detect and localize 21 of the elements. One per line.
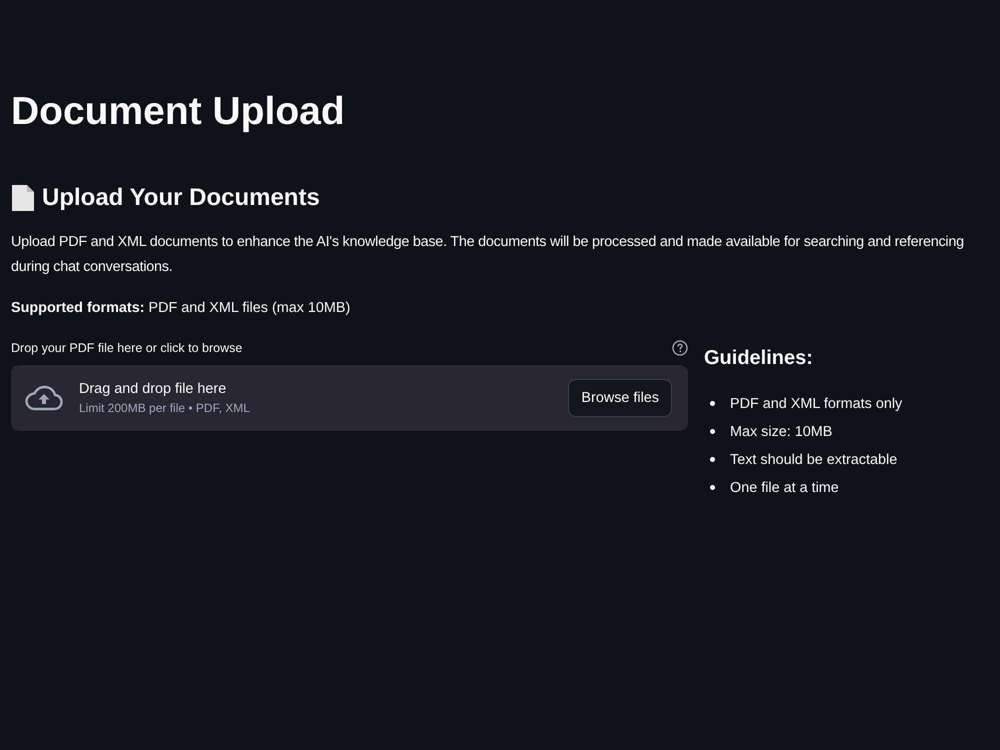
bullet-icon bbox=[710, 429, 715, 434]
section-heading: Upload Your Documents bbox=[42, 183, 320, 213]
dropzone-prompt: Drag and drop file here bbox=[79, 381, 226, 397]
guideline-item: Max size: 10MB bbox=[730, 424, 832, 440]
guideline-item: Text should be extractable bbox=[730, 452, 898, 468]
description-text: Upload PDF and XML documents to enhance the AI's knowledge base. The documents will be processed and made available for searching and referencing during chat conversations. bbox=[11, 233, 965, 277]
file-dropzone[interactable]: Drag and drop file here Limit 200MB per file • PDF, XML Browse files bbox=[11, 365, 688, 431]
browse-files-button[interactable]: Browse files bbox=[568, 379, 672, 417]
supported-formats-text: Supported formats: PDF and XML files (max 10MB) bbox=[11, 299, 350, 318]
cloud-upload-icon bbox=[25, 385, 63, 411]
file-limit-text: Limit 200MB per file • PDF, XML bbox=[79, 401, 250, 415]
guideline-item: PDF and XML formats only bbox=[730, 396, 902, 412]
help-icon[interactable] bbox=[672, 340, 688, 356]
bullet-icon bbox=[710, 401, 715, 406]
guideline-item: One file at a time bbox=[730, 480, 839, 496]
bullet-icon bbox=[710, 457, 715, 462]
page-title: Document Upload bbox=[11, 89, 345, 135]
document-icon bbox=[11, 184, 35, 212]
bullet-icon bbox=[710, 485, 715, 490]
guidelines-heading: Guidelines: bbox=[704, 346, 813, 371]
uploader-label: Drop your PDF file here or click to browse bbox=[11, 341, 242, 355]
